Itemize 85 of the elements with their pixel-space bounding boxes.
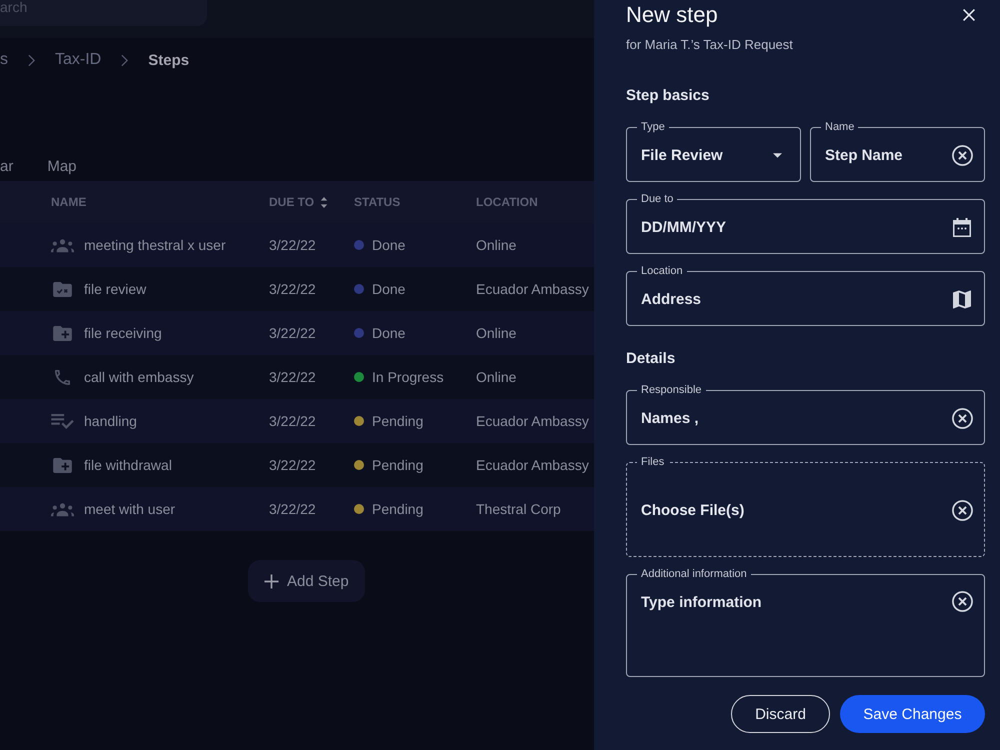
text-input[interactable]: Names ,	[641, 407, 944, 429]
folder-check-icon	[51, 282, 74, 296]
table-row[interactable]: file withdrawal 3/22/22 Pending Ecuador Ambassy	[0, 443, 594, 487]
folder-plus-icon	[51, 326, 74, 340]
due-date: 3/22/22	[269, 457, 316, 473]
people-group-icon	[51, 238, 74, 252]
folder-plus-icon	[51, 458, 74, 472]
step-name: meet with user	[84, 501, 176, 517]
section-title: Details	[626, 349, 676, 369]
view-tab[interactable]: ar	[0, 158, 14, 174]
plus-icon	[264, 574, 279, 588]
people-group-icon	[51, 502, 74, 516]
status-label: Pending	[372, 457, 424, 473]
due-date: 3/22/22	[269, 501, 316, 517]
table-row[interactable]: meeting thestral x user 3/22/22 Done Online	[0, 223, 594, 267]
step-name: meeting thestral x user	[84, 237, 226, 253]
close-icon[interactable]	[963, 9, 975, 21]
location-text: Online	[476, 369, 516, 385]
status-label: Done	[372, 325, 406, 341]
caret-icon	[773, 152, 782, 158]
text-area-field[interactable]: Additional information Type information	[626, 568, 985, 677]
location-text: Online	[476, 237, 516, 253]
status-label: In Progress	[372, 369, 444, 385]
table-row[interactable]: call with embassy 3/22/22 In Progress Online	[0, 355, 594, 399]
date-field[interactable]: Due to DD/MM/YYY	[626, 193, 985, 254]
location-text: Ecuador Ambassy	[476, 457, 589, 473]
field-label: Additional information	[640, 568, 748, 580]
clear-icon[interactable]	[952, 144, 973, 166]
status-label: Done	[372, 237, 406, 253]
add-step-button[interactable]: Add Step	[248, 560, 365, 602]
chevron-right-icon	[121, 54, 128, 66]
sort-icon	[320, 196, 328, 208]
text-area-input[interactable]: Type information	[641, 580, 944, 672]
panel-subtitle: for Maria T.’s Tax-ID Request	[626, 37, 794, 53]
step-name: file receiving	[84, 325, 162, 341]
field-label: Due to	[640, 193, 674, 205]
table-row[interactable]: handling 3/22/22 Pending Ecuador Ambassy	[0, 399, 594, 443]
field-label: Type	[640, 121, 666, 133]
view-tab[interactable]: Map	[47, 158, 77, 174]
breadcrumb-link[interactable]: s	[0, 51, 8, 69]
text-field[interactable]: Responsible Names ,	[626, 384, 985, 445]
step-name: handling	[84, 413, 137, 429]
date-input[interactable]: DD/MM/YYY	[641, 216, 945, 238]
location-text: Thestral Corp	[476, 501, 561, 517]
calendar-icon[interactable]	[953, 218, 971, 236]
file-drop-zone[interactable]: Files Choose File(s)	[626, 456, 985, 557]
section-title: Step basics	[626, 86, 710, 106]
checklist-icon	[51, 414, 74, 428]
due-date: 3/22/22	[269, 237, 316, 253]
breadcrumb-link[interactable]: Steps	[148, 52, 190, 68]
discard-button[interactable]: Discard	[731, 695, 830, 733]
table-row[interactable]: file review 3/22/22 Done Ecuador Ambassy	[0, 267, 594, 311]
field-label: Name	[824, 121, 856, 133]
address-input[interactable]: Address	[641, 288, 945, 310]
type-dropdown[interactable]: Type File Review	[626, 121, 801, 182]
text-field[interactable]: Name Step Name	[810, 121, 985, 182]
save-button[interactable]: Save Changes	[840, 695, 985, 733]
clear-icon[interactable]	[952, 408, 973, 428]
location-field[interactable]: Location Address	[626, 265, 985, 326]
text-input[interactable]: Step Name	[825, 144, 944, 166]
table-row[interactable]: file receiving 3/22/22 Done Online	[0, 311, 594, 355]
field-label: Responsible	[640, 384, 703, 396]
map-icon[interactable]	[953, 290, 971, 308]
chevron-right-icon	[28, 54, 35, 66]
due-date: 3/22/22	[269, 413, 316, 429]
panel-title: New step	[626, 2, 718, 28]
step-name: file withdrawal	[84, 457, 172, 473]
status-label: Pending	[372, 413, 424, 429]
due-date: 3/22/22	[269, 369, 316, 385]
step-name: call with embassy	[84, 369, 194, 385]
field-label: Files	[640, 456, 666, 468]
step-name: file review	[84, 281, 146, 297]
field-label: Location	[640, 265, 684, 277]
breadcrumb-link[interactable]: Tax-ID	[55, 51, 102, 69]
location-text: Ecuador Ambassy	[476, 281, 589, 297]
search-field[interactable]: arch	[0, 0, 207, 26]
status-label: Pending	[372, 501, 424, 517]
location-text: Online	[476, 325, 516, 341]
clear-icon[interactable]	[952, 500, 973, 520]
status-label: Done	[372, 281, 406, 297]
clear-icon[interactable]	[952, 591, 973, 612]
location-text: Ecuador Ambassy	[476, 413, 589, 429]
due-date: 3/22/22	[269, 281, 316, 297]
due-date: 3/22/22	[269, 325, 316, 341]
table-row[interactable]: meet with user 3/22/22 Pending Thestral Corp	[0, 487, 594, 531]
